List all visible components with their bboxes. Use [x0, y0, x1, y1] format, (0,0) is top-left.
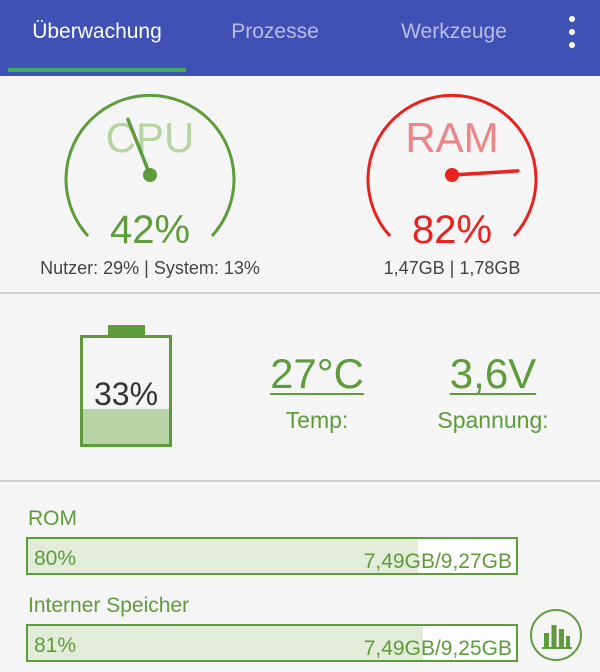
tab-werkzeuge[interactable]: Werkzeuge [368, 0, 540, 70]
storage-rom-size: 7,49GB/9,27GB [363, 550, 512, 573]
ram-needle [450, 169, 520, 177]
storage-rom-fill [28, 539, 419, 573]
battery-level-fill [83, 409, 169, 444]
cpu-value: 42% [109, 208, 191, 252]
cpu-detail: Nutzer: 29% | System: 13% [40, 258, 260, 278]
battery-icon: 33% [80, 335, 172, 447]
cpu-needle-hub [143, 168, 157, 182]
temperature-label: Temp: [285, 407, 349, 433]
bar-chart-icon [542, 625, 572, 649]
storage-internal-title: Interner Speicher [28, 594, 190, 617]
more-vert-icon[interactable] [556, 14, 588, 50]
storage-rom-percent: 80% [34, 547, 77, 570]
ram-needle-hub [445, 168, 459, 182]
battery-percent: 33% [93, 376, 159, 412]
tab-ueberwachung[interactable]: Überwachung [8, 0, 186, 70]
divider-bottom [0, 480, 600, 482]
statistics-button[interactable] [530, 609, 582, 661]
active-tab-indicator [8, 68, 186, 72]
voltage-label: Spannung: [437, 407, 549, 433]
ram-gauge-label: RAM [405, 114, 498, 161]
cpu-gauge-label: CPU [106, 114, 195, 161]
storage-internal-bar[interactable]: 81% 7,49GB/9,25GB [26, 624, 518, 662]
voltage-value: 3,6V [449, 350, 537, 397]
storage-internal-percent: 81% [34, 634, 77, 657]
storage-rom-title: ROM [28, 507, 77, 530]
storage-internal-size: 7,49GB/9,25GB [363, 637, 512, 660]
ram-value: 82% [411, 208, 493, 252]
temperature-value: 27°C [270, 350, 364, 397]
tab-prozesse[interactable]: Prozesse [190, 0, 360, 70]
tab-bar: Überwachung Prozesse Werkzeuge [0, 0, 600, 76]
divider-top [0, 292, 600, 294]
battery-cap [108, 325, 145, 335]
storage-rom-bar[interactable]: 80% 7,49GB/9,27GB [26, 537, 518, 575]
ram-detail: 1,47GB | 1,78GB [383, 258, 521, 278]
